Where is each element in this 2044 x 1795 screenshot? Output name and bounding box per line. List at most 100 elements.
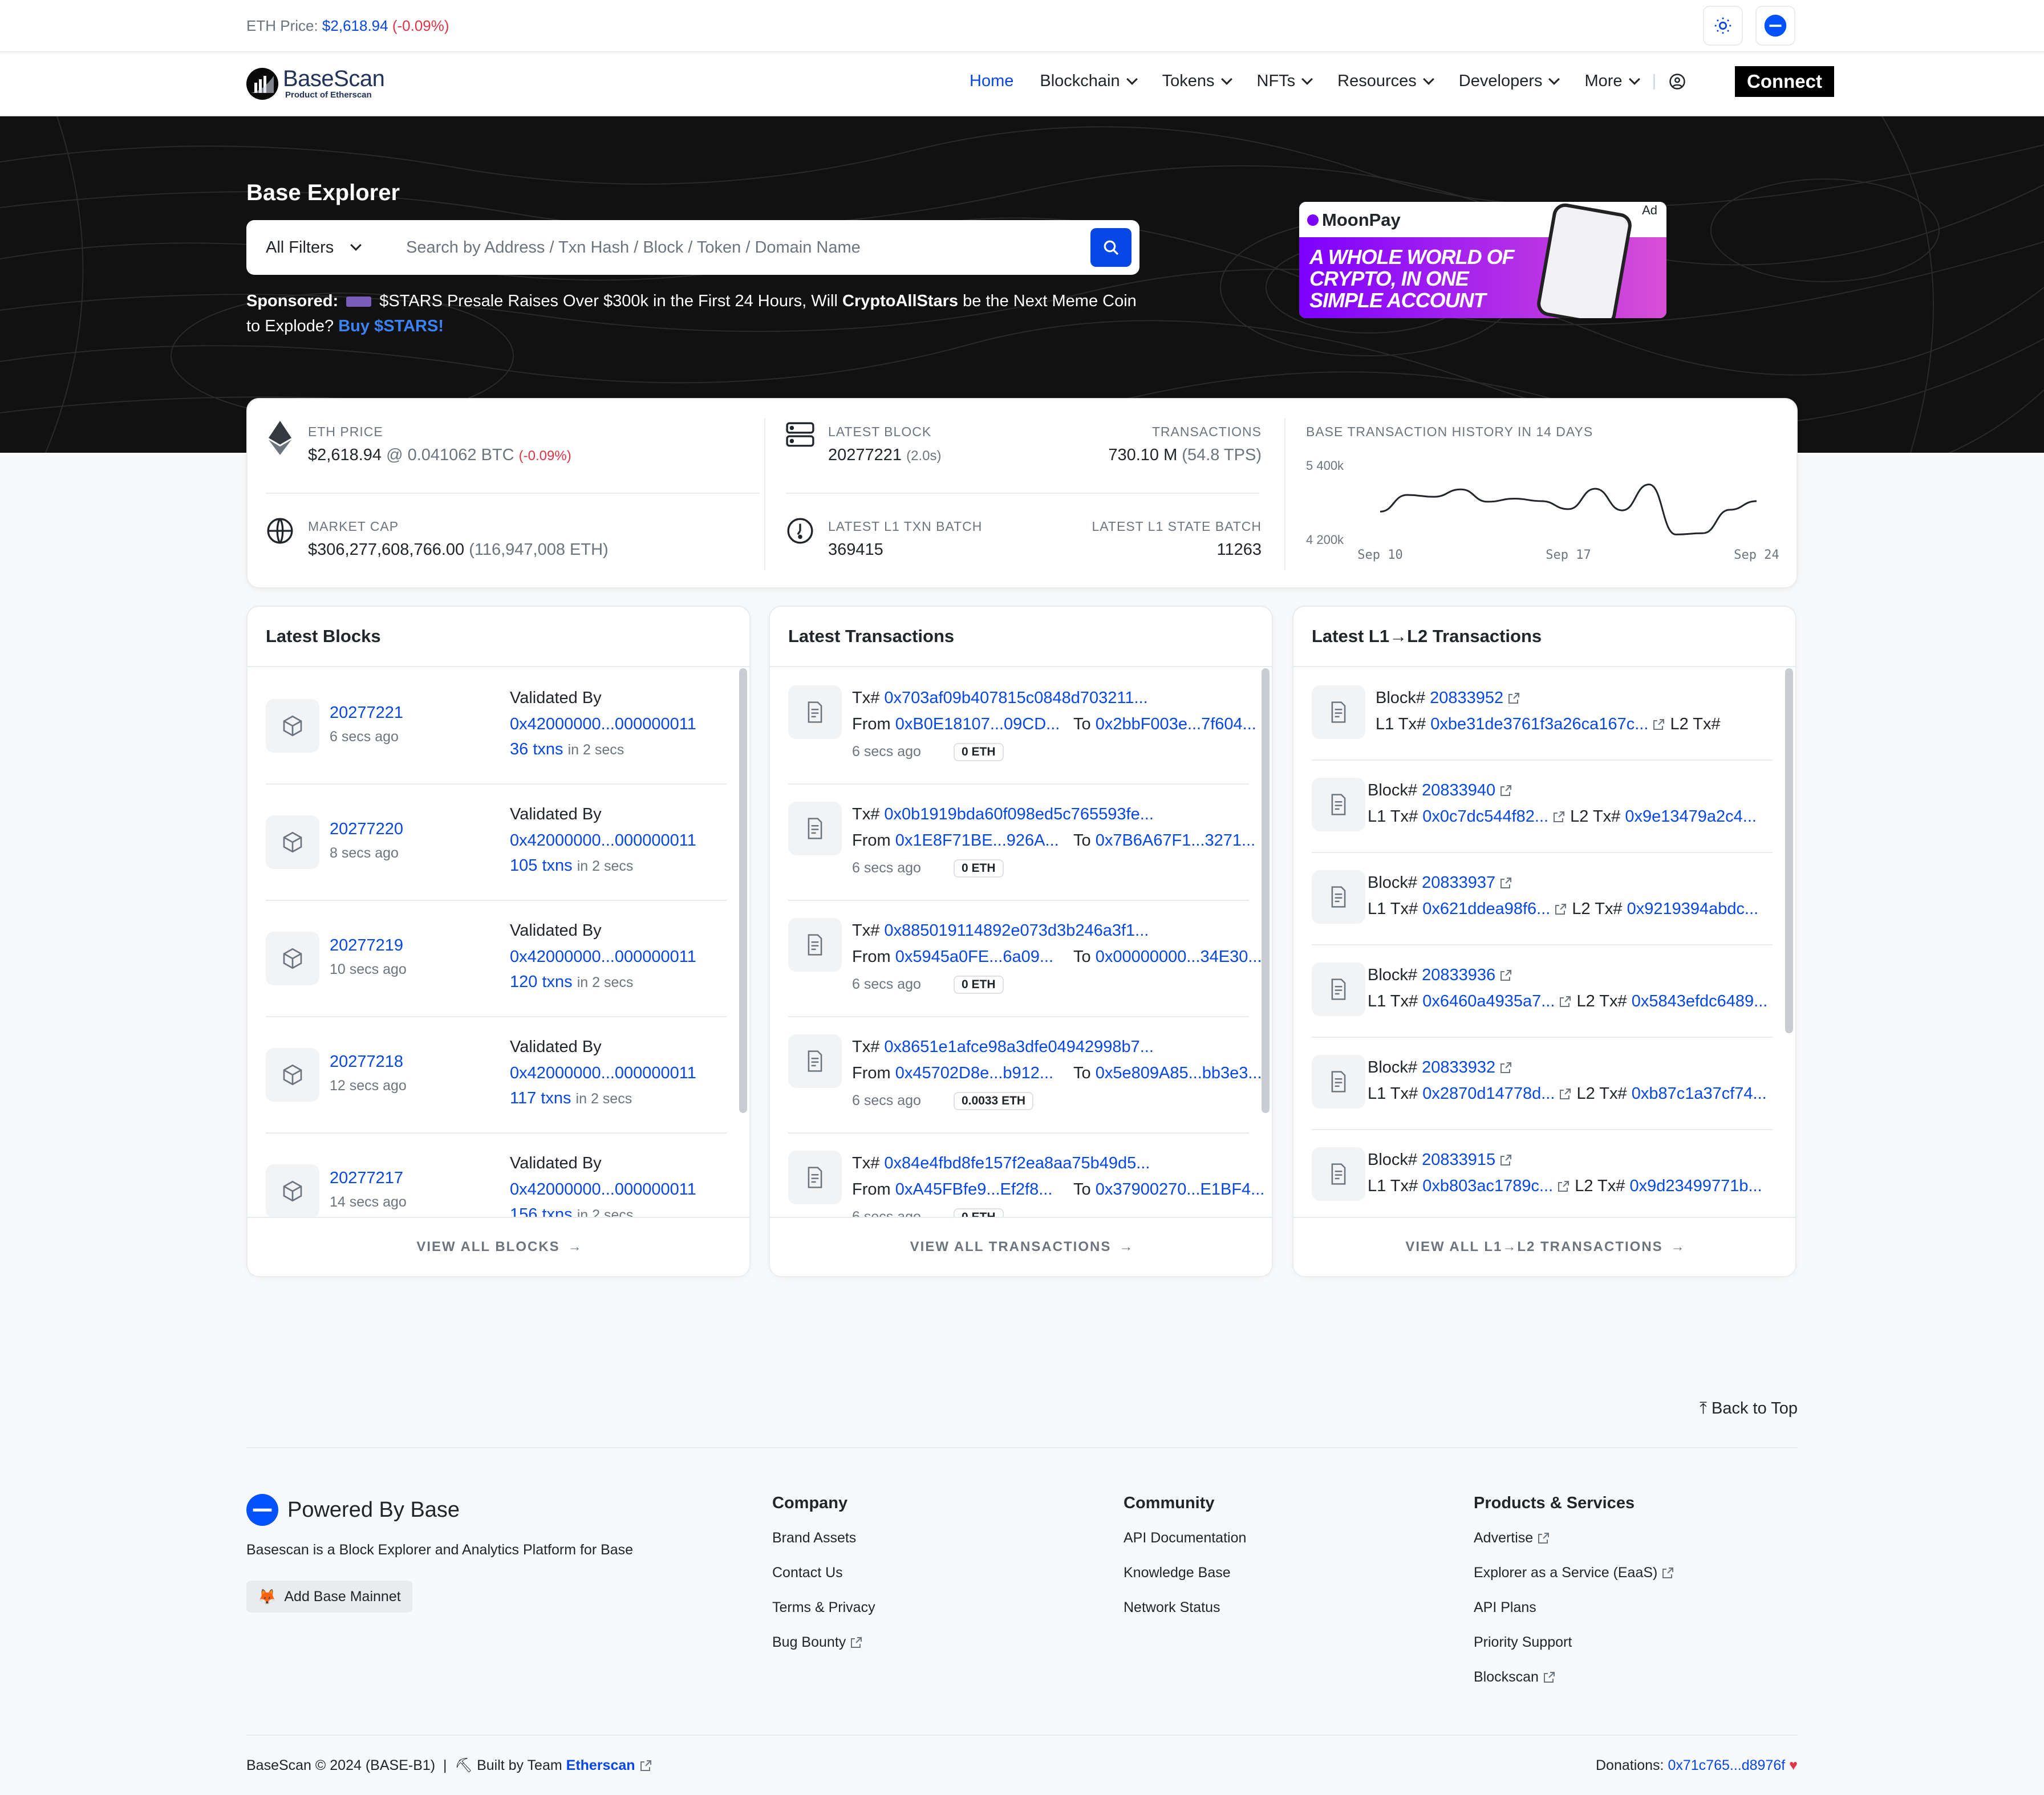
tx-hash-link[interactable]: 0x885019114892e073d3b246a3f1... (884, 921, 1149, 940)
tx-hash-link[interactable]: 0x703af09b407815c0848d703211... (884, 689, 1147, 707)
nav-resources[interactable]: Resources (1337, 72, 1434, 91)
footer-link[interactable]: Terms & Privacy (772, 1599, 875, 1616)
chart-point[interactable] (1405, 493, 1409, 497)
footer-link[interactable]: Network Status (1124, 1599, 1246, 1616)
to-address-link[interactable]: 0x37900270...E1BF4... (1096, 1180, 1265, 1199)
search-filter-select[interactable]: All Filters (246, 238, 389, 257)
chart-point[interactable] (1620, 509, 1624, 512)
transactions-value[interactable]: 730.10 M (54.8 TPS) (1108, 446, 1262, 465)
block-number-link[interactable]: 20277221 (330, 704, 403, 722)
footer-link[interactable]: Contact Us (772, 1565, 875, 1581)
validator-link[interactable]: 0x42000000...000000011 (510, 831, 696, 850)
to-address-link[interactable]: 0x00000000...34E30... (1096, 948, 1262, 966)
chart-point[interactable] (1459, 488, 1462, 491)
search-button[interactable] (1090, 228, 1132, 267)
network-switch-button[interactable] (1755, 6, 1795, 46)
l1-block-link[interactable]: 20833937 (1422, 874, 1495, 892)
from-address-link[interactable]: 0xB0E18107...09CD... (895, 715, 1060, 733)
nav-developers[interactable]: Developers (1459, 72, 1560, 91)
txns-count-link[interactable]: 117 txns (510, 1089, 571, 1107)
nav-nfts[interactable]: NFTs (1257, 72, 1313, 91)
l2-tx-link[interactable]: 0x5843efdc6489... (1632, 992, 1768, 1010)
chart-point[interactable] (1755, 499, 1758, 503)
footer-link[interactable]: Bug Bounty (772, 1634, 875, 1651)
l1-tx-link[interactable]: 0x621ddea98f6... (1422, 900, 1550, 918)
latest-l1l2-list[interactable]: Block# 20833952 L1 Tx# 0xbe31de3761f3a26c… (1293, 668, 1795, 1218)
scrollbar[interactable] (739, 668, 747, 1113)
footer-link[interactable]: Priority Support (1474, 1634, 1674, 1651)
txns-count-link[interactable]: 105 txns (510, 856, 573, 875)
validator-link[interactable]: 0x42000000...000000011 (510, 715, 696, 734)
l2-tx-link[interactable]: 0x9219394abdc... (1627, 900, 1759, 918)
chart-point[interactable] (1378, 510, 1382, 513)
txns-count-link[interactable]: 36 txns (510, 740, 563, 758)
from-address-link[interactable]: 0x5945a0FE...6a09... (895, 948, 1053, 966)
scrollbar[interactable] (1785, 668, 1793, 1033)
l1-tx-link[interactable]: 0x0c7dc544f82... (1422, 807, 1548, 826)
l2-tx-link[interactable]: 0xb87c1a37cf74... (1632, 1085, 1767, 1103)
l1-block-link[interactable]: 20833932 (1422, 1058, 1495, 1077)
chart-point[interactable] (1567, 507, 1570, 511)
l1-block-link[interactable]: 20833936 (1422, 966, 1495, 984)
footer-link[interactable]: API Plans (1474, 1599, 1674, 1616)
l1-tx-link[interactable]: 0xb803ac1789c... (1422, 1177, 1553, 1195)
eth-price-value[interactable]: $2,618.94 (322, 17, 388, 34)
tx-hash-link[interactable]: 0x0b1919bda60f098ed5c765593fe... (884, 805, 1154, 823)
l1-block-link[interactable]: 20833915 (1422, 1151, 1495, 1169)
chart-point[interactable] (1674, 533, 1678, 536)
block-number-link[interactable]: 20277218 (330, 1053, 403, 1071)
transaction-history-chart[interactable]: 5 400k 4 200k Sep 10 Sep 17 Sep 24 (1306, 454, 1779, 568)
footer-link[interactable]: Explorer as a Service (EaaS) (1474, 1565, 1674, 1581)
l1-block-link[interactable]: 20833952 (1430, 689, 1503, 707)
l1-block-link[interactable]: 20833940 (1422, 781, 1495, 799)
back-to-top-button[interactable]: ⤒ Back to Top (1700, 1399, 1798, 1418)
view-all-transactions-button[interactable]: VIEW ALL TRANSACTIONS → (770, 1217, 1272, 1276)
theme-toggle-button[interactable] (1703, 6, 1743, 46)
chart-point[interactable] (1728, 508, 1731, 511)
footer-link[interactable]: Brand Assets (772, 1530, 875, 1546)
block-number-link[interactable]: 20277219 (330, 936, 403, 955)
block-number-link[interactable]: 20277217 (330, 1169, 403, 1188)
latest-transactions-list[interactable]: Tx# 0x703af09b407815c0848d703211... From … (770, 668, 1272, 1218)
to-address-link[interactable]: 0x2bbF003e...7f604... (1096, 715, 1256, 733)
chart-point[interactable] (1486, 500, 1490, 503)
user-icon[interactable] (1669, 73, 1686, 90)
txns-count-link[interactable]: 156 txns (510, 1205, 573, 1218)
l2-tx-link[interactable]: 0x9d23499771b... (1629, 1177, 1762, 1195)
footer-link[interactable]: API Documentation (1124, 1530, 1246, 1546)
l1-state-batch-value[interactable]: 11263 (1217, 541, 1262, 559)
validator-link[interactable]: 0x42000000...000000011 (510, 948, 696, 966)
nav-tokens[interactable]: Tokens (1162, 72, 1232, 91)
search-input[interactable]: Search by Address / Txn Hash / Block / T… (389, 238, 1090, 257)
to-address-link[interactable]: 0x5e809A85...bb3e3... (1096, 1064, 1262, 1082)
add-base-mainnet-button[interactable]: 🦊 Add Base Mainnet (246, 1581, 412, 1613)
moonpay-ad[interactable]: MoonPay A WHOLE WORLD OF CRYPTO, IN ONE … (1299, 202, 1666, 318)
from-address-link[interactable]: 0x45702D8e...b912... (895, 1064, 1053, 1082)
nav-more[interactable]: More (1584, 72, 1640, 91)
block-number-link[interactable]: 20277220 (330, 820, 403, 839)
l1-tx-link[interactable]: 0x2870d14778d... (1422, 1085, 1555, 1103)
l1-tx-link[interactable]: 0xbe31de3761f3a26ca167c... (1430, 715, 1648, 733)
tx-hash-link[interactable]: 0x8651e1afce98a3dfe04942998b7... (884, 1038, 1154, 1056)
sponsored-link[interactable]: Buy $STARS! (338, 317, 444, 335)
chart-point[interactable] (1701, 531, 1705, 535)
from-address-link[interactable]: 0xA45FBfe9...Ef2f8... (895, 1180, 1053, 1199)
footer-link[interactable]: Advertise (1474, 1530, 1674, 1546)
basescan-logo[interactable]: BaseScan Product of Etherscan (246, 67, 385, 100)
chart-point[interactable] (1593, 487, 1597, 490)
view-all-blocks-button[interactable]: VIEW ALL BLOCKS → (248, 1217, 749, 1276)
etherscan-link[interactable]: Etherscan (566, 1757, 635, 1773)
l1-tx-link[interactable]: 0x6460a4935a7... (1422, 992, 1555, 1010)
nav-home[interactable]: Home (970, 72, 1013, 91)
l2-tx-link[interactable]: 0x9e13479a2c4... (1625, 807, 1757, 826)
chart-point[interactable] (1432, 495, 1435, 498)
from-address-link[interactable]: 0x1E8F71BE...926A... (895, 831, 1059, 850)
txns-count-link[interactable]: 120 txns (510, 973, 573, 991)
view-all-l1l2-button[interactable]: VIEW ALL L1→L2 TRANSACTIONS → (1293, 1217, 1795, 1276)
to-address-link[interactable]: 0x7B6A67F1...3271... (1096, 831, 1256, 850)
chart-point[interactable] (1513, 497, 1516, 501)
footer-link[interactable]: Blockscan (1474, 1669, 1674, 1686)
chart-point[interactable] (1540, 499, 1543, 503)
validator-link[interactable]: 0x42000000...000000011 (510, 1064, 696, 1083)
donation-address-link[interactable]: 0x71c765...d8976f (1668, 1757, 1785, 1773)
